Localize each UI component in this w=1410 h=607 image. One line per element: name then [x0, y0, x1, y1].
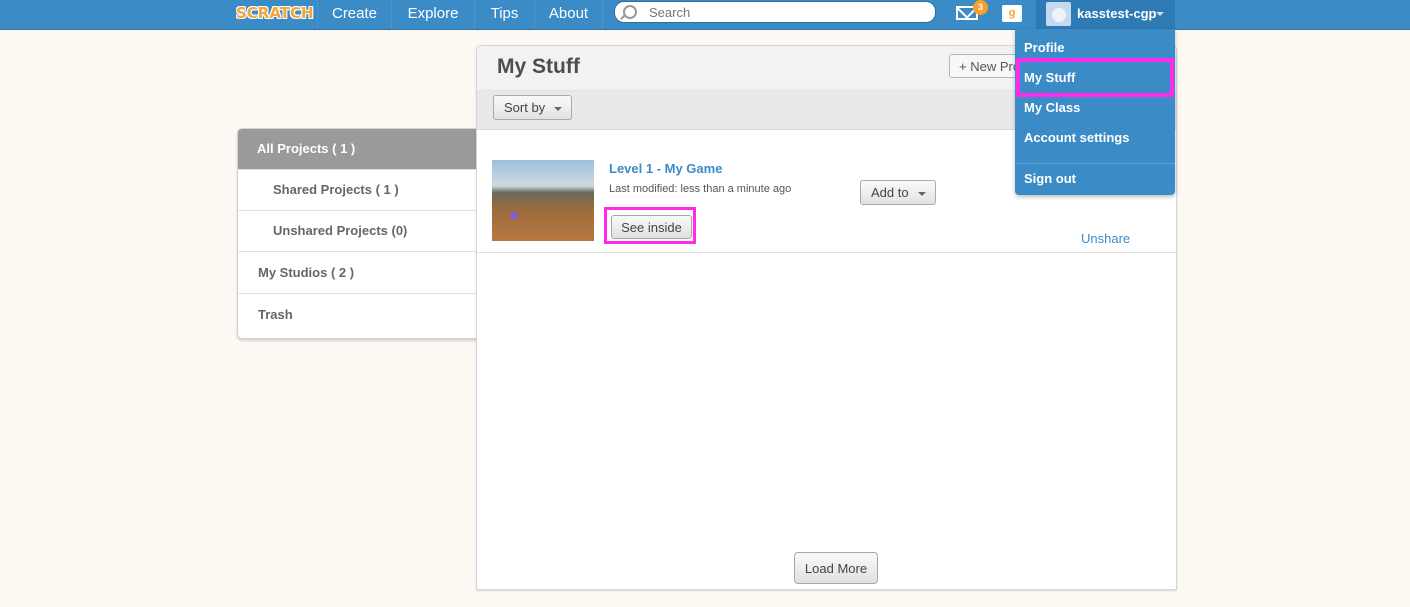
menu-item-account-settings[interactable]: Account settings — [1015, 123, 1175, 153]
add-to-dropdown[interactable]: Add to — [860, 180, 936, 205]
search-box[interactable] — [614, 1, 936, 23]
nav-tips-link[interactable]: Tips — [474, 0, 534, 29]
search-icon — [623, 5, 637, 19]
nav-explore-link[interactable]: Explore — [391, 0, 474, 29]
sidebar-item-my-studios[interactable]: My Studios ( 2 ) — [238, 253, 478, 294]
search-input[interactable] — [647, 3, 931, 22]
sprite-icon — [510, 212, 518, 219]
menu-item-sign-out[interactable]: Sign out — [1015, 164, 1175, 194]
user-dropdown-menu: Profile My Stuff My Class Account settin… — [1015, 29, 1175, 195]
unshare-link[interactable]: Unshare — [1081, 231, 1130, 246]
project-title-link[interactable]: Level 1 - My Game — [609, 161, 722, 176]
load-more-button[interactable]: Load More — [794, 552, 878, 584]
nav-about-link[interactable]: About — [534, 0, 603, 29]
top-nav-bar: SCRATCH Create Explore Tips About 3 g ka… — [0, 0, 1410, 30]
see-inside-button[interactable]: See inside — [611, 215, 692, 239]
sidebar-item-trash[interactable]: Trash — [238, 295, 478, 336]
add-to-label: Add to — [871, 185, 909, 200]
project-thumbnail[interactable] — [492, 160, 594, 241]
username-label: kasstest-cgp — [1077, 6, 1157, 21]
nav-create-link[interactable]: Create — [317, 0, 391, 29]
page-title: My Stuff — [497, 55, 580, 78]
avatar — [1046, 2, 1071, 26]
backpack-icon[interactable]: g — [1002, 5, 1022, 22]
chevron-down-icon — [554, 107, 562, 111]
project-last-modified: Last modified: less than a minute ago — [609, 183, 792, 195]
menu-item-my-class[interactable]: My Class — [1015, 93, 1175, 123]
sort-by-dropdown[interactable]: Sort by — [493, 95, 572, 120]
chevron-down-icon — [918, 192, 926, 196]
project-filter-sidebar: All Projects ( 1 ) Shared Projects ( 1 )… — [237, 128, 478, 339]
my-stuff-highlight — [1016, 58, 1174, 97]
sidebar-item-unshared-projects[interactable]: Unshared Projects (0) — [238, 211, 478, 252]
user-menu-toggle[interactable]: kasstest-cgp — [1036, 0, 1175, 29]
scratch-logo[interactable]: SCRATCH — [236, 2, 314, 24]
messages-count-badge: 3 — [973, 0, 988, 15]
sidebar-item-shared-projects[interactable]: Shared Projects ( 1 ) — [238, 170, 478, 211]
sort-by-label: Sort by — [504, 100, 546, 115]
chevron-down-icon — [1156, 12, 1164, 16]
sidebar-item-all-projects[interactable]: All Projects ( 1 ) — [238, 129, 478, 170]
